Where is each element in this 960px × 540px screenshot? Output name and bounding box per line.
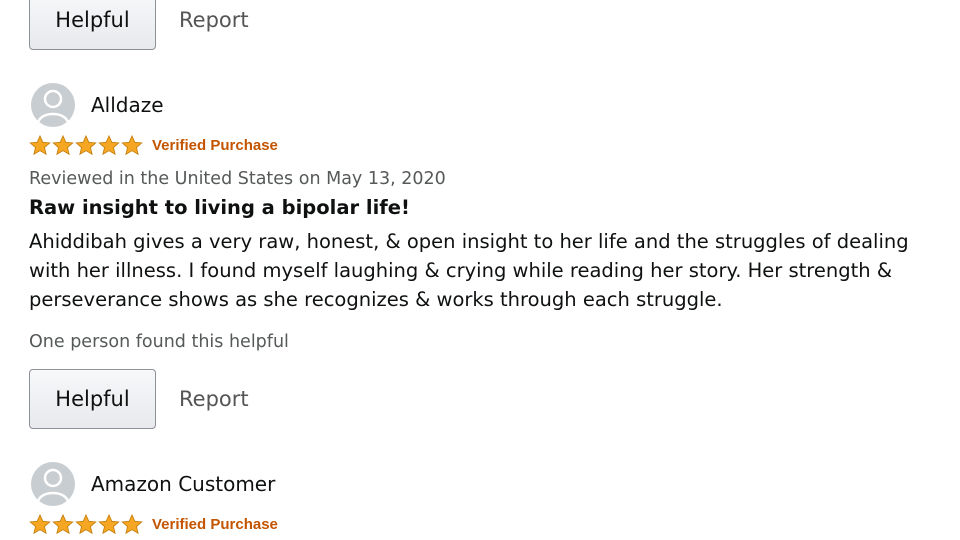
star-icon	[75, 135, 97, 156]
verified-purchase-badge[interactable]: Verified Purchase	[152, 516, 278, 533]
star-rating[interactable]	[29, 514, 143, 535]
helpful-button[interactable]: Helpful	[29, 369, 156, 429]
star-icon	[121, 135, 143, 156]
star-icon	[98, 135, 120, 156]
helpful-button-top[interactable]: Helpful	[29, 0, 156, 50]
star-icon	[98, 514, 120, 535]
report-link[interactable]: Report	[179, 387, 249, 411]
avatar-icon[interactable]	[31, 83, 75, 127]
report-link-top[interactable]: Report	[179, 8, 249, 32]
star-icon	[121, 514, 143, 535]
review-date: Reviewed in the United States on May 13,…	[29, 169, 446, 189]
review-title: Raw insight to living a bipolar life!	[29, 196, 410, 219]
helpful-count: One person found this helpful	[29, 332, 289, 352]
reviewer-name[interactable]: Amazon Customer	[91, 472, 275, 496]
review-body: Ahiddibah gives a very raw, honest, & op…	[29, 230, 909, 311]
star-icon	[52, 135, 74, 156]
reviewer-name[interactable]: Alldaze	[91, 93, 164, 117]
star-icon	[52, 514, 74, 535]
star-rating[interactable]	[29, 135, 143, 156]
star-icon	[29, 135, 51, 156]
verified-purchase-badge[interactable]: Verified Purchase	[152, 137, 278, 154]
avatar-icon[interactable]	[31, 462, 75, 506]
star-icon	[75, 514, 97, 535]
star-icon	[29, 514, 51, 535]
